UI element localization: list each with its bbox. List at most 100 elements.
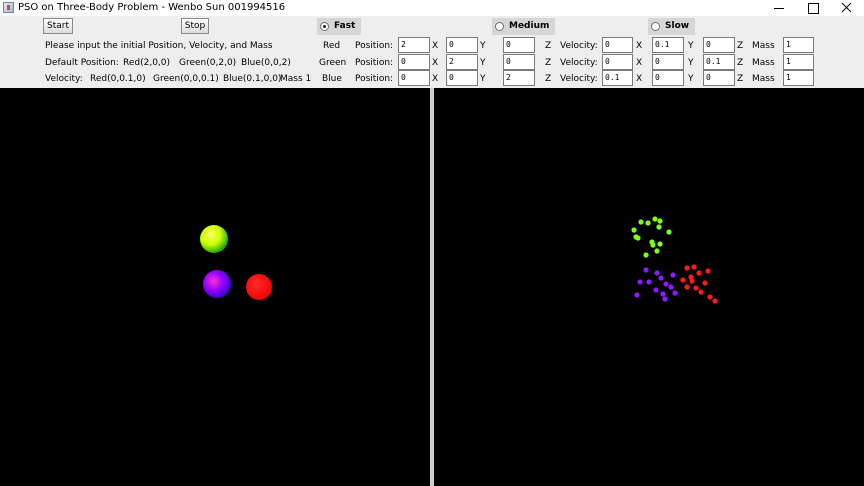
purple-particle — [654, 270, 660, 276]
green-particle — [643, 252, 649, 258]
green-mass-field[interactable]: 1 — [783, 54, 814, 70]
particle-swarm-svg — [631, 216, 718, 304]
purple-particle — [662, 296, 668, 302]
red-velocity-y-field[interactable]: 0.1 — [652, 37, 684, 53]
green-position-z-field[interactable]: 0 — [503, 54, 535, 70]
blue-position-z-field[interactable]: 2 — [503, 70, 535, 86]
axis-x-label: X — [636, 58, 643, 68]
slow-label: Slow — [665, 21, 690, 31]
green-particle — [657, 241, 663, 247]
window-title: PSO on Three-Body Problem - Wenbo Sun 00… — [18, 2, 286, 13]
mass-label: Mass — [752, 58, 775, 68]
blue-mass-field[interactable]: 1 — [783, 70, 814, 86]
axis-x-label: X — [432, 58, 439, 68]
red-position-y-field[interactable]: 0 — [446, 37, 478, 53]
green-particle — [652, 216, 658, 222]
fast-radio[interactable]: Fast — [317, 18, 362, 35]
default-velocity-label: Velocity: — [45, 74, 83, 84]
red-particle — [691, 264, 697, 270]
minimize-button[interactable] — [762, 0, 796, 16]
red-particle — [698, 289, 704, 295]
radio-unselected-icon — [651, 22, 660, 31]
default-position-red: Red(2,0,0) — [123, 58, 171, 68]
axis-z-label: Z — [545, 58, 552, 68]
default-mass: Mass 1 — [280, 74, 312, 84]
green-particle — [650, 242, 656, 248]
maximize-button[interactable] — [796, 0, 830, 16]
green-velocity-x-field[interactable]: 0 — [602, 54, 633, 70]
green-particle — [666, 229, 672, 235]
blue-velocity-x-field[interactable]: 0.1 — [602, 70, 633, 86]
red-body-sphere — [246, 274, 272, 300]
green-particle — [654, 248, 660, 254]
position-label: Position: — [355, 74, 394, 84]
slow-radio[interactable]: Slow — [648, 18, 696, 35]
red-particle — [696, 270, 702, 276]
green-particle — [656, 224, 662, 230]
purple-particle — [646, 279, 652, 285]
velocity-label: Velocity: — [560, 74, 598, 84]
green-particle — [638, 219, 644, 225]
red-particle — [712, 298, 718, 304]
close-button[interactable] — [830, 0, 864, 16]
info-line: Please input the initial Position, Veloc… — [45, 41, 273, 51]
red-velocity-x-field[interactable]: 0 — [602, 37, 633, 53]
three-body-view — [0, 88, 430, 486]
green-velocity-y-field[interactable]: 0 — [652, 54, 684, 70]
axis-x-label: X — [432, 41, 439, 51]
axis-z-label: Z — [737, 41, 744, 51]
axis-y-label: Y — [480, 74, 486, 84]
blue-position-y-field[interactable]: 0 — [446, 70, 478, 86]
medium-radio[interactable]: Medium — [492, 18, 556, 35]
medium-label: Medium — [509, 21, 550, 31]
control-panel: Start Stop Fast Medium Slow Please input… — [0, 16, 864, 88]
red-particle — [702, 280, 708, 286]
red-velocity-z-field[interactable]: 0 — [703, 37, 735, 53]
green-position-x-field[interactable]: 0 — [398, 54, 430, 70]
green-position-y-field[interactable]: 2 — [446, 54, 478, 70]
green-particle — [631, 227, 637, 233]
blue-velocity-z-field[interactable]: 0 — [703, 70, 735, 86]
three-body-svg — [200, 225, 272, 300]
particle-swarm-view — [434, 88, 864, 486]
red-particle — [684, 284, 690, 290]
start-button[interactable]: Start — [43, 18, 73, 34]
mass-label: Mass — [752, 41, 775, 51]
default-position-blue: Blue(0,0,2) — [241, 58, 291, 68]
red-position-z-field[interactable]: 0 — [503, 37, 535, 53]
red-mass-field[interactable]: 1 — [783, 37, 814, 53]
title-bar: PSO on Three-Body Problem - Wenbo Sun 00… — [0, 0, 864, 16]
axis-z-label: Z — [737, 74, 744, 84]
default-position-green: Green(0,2,0) — [179, 58, 237, 68]
blue-body-sphere — [203, 270, 231, 298]
radio-selected-icon — [320, 22, 329, 31]
purple-particle — [653, 287, 659, 293]
purple-particle — [643, 267, 649, 273]
purple-particle — [634, 292, 640, 298]
default-position-label: Default Position: — [45, 58, 119, 68]
mass-label: Mass — [752, 74, 775, 84]
red-particle — [684, 265, 690, 271]
stop-button[interactable]: Stop — [181, 18, 209, 34]
purple-particle — [672, 290, 678, 296]
blue-velocity-y-field[interactable]: 0 — [652, 70, 684, 86]
axis-z-label: Z — [737, 58, 744, 68]
green-velocity-z-field[interactable]: 0.1 — [703, 54, 735, 70]
blue-position-x-field[interactable]: 0 — [398, 70, 430, 86]
axis-y-label: Y — [688, 58, 694, 68]
green-body-sphere — [200, 225, 228, 253]
axis-y-label: Y — [688, 41, 694, 51]
default-velocity-red: Red(0,0.1,0) — [90, 74, 146, 84]
axis-x-label: X — [432, 74, 439, 84]
purple-particle — [668, 284, 674, 290]
axis-y-label: Y — [480, 41, 486, 51]
close-icon — [841, 2, 852, 13]
red-particle — [705, 268, 711, 274]
body-name-red: Red — [323, 41, 341, 51]
body-name-green: Green — [319, 58, 347, 68]
red-position-x-field[interactable]: 2 — [398, 37, 430, 53]
purple-particle — [637, 279, 643, 285]
axis-x-label: X — [636, 41, 643, 51]
purple-particle — [663, 281, 669, 287]
position-label: Position: — [355, 58, 394, 68]
